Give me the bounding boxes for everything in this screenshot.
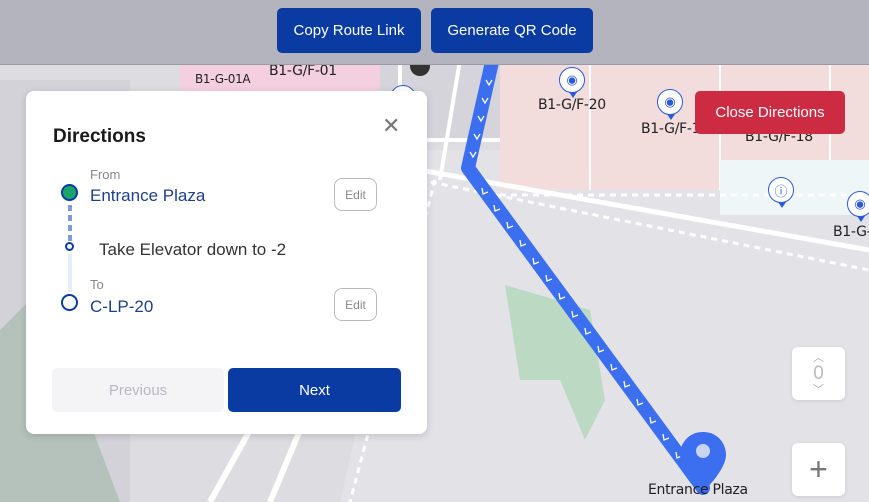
directions-panel: Directions ✕ From Entrance Plaza Edit Ta… (26, 91, 427, 434)
from-place: Entrance Plaza (90, 186, 206, 205)
step-instruction: Take Elevator down to -2 (99, 240, 287, 259)
map-label-b1-gf-1x: B1-G/F-1 (641, 121, 701, 137)
camera-icon[interactable]: ◉ (559, 67, 585, 98)
edit-to-button[interactable]: Edit (334, 288, 377, 321)
edit-from-button[interactable]: Edit (334, 178, 377, 211)
generate-qr-code-button[interactable]: Generate QR Code (431, 8, 593, 53)
previous-button[interactable]: Previous (52, 368, 224, 412)
map-label-b1-gf-01: B1-G/F-01 (269, 63, 337, 79)
map-label-entrance-plaza: Entrance Plaza (648, 482, 748, 498)
floor-level: 0 (813, 362, 824, 384)
close-directions-button[interactable]: Close Directions (695, 91, 845, 134)
info-icon[interactable]: ⓘ (768, 177, 794, 208)
route-connector-dashed (68, 205, 72, 241)
copy-route-link-button[interactable]: Copy Route Link (277, 8, 421, 53)
destination-marker-icon (61, 294, 78, 311)
origin-marker-icon (61, 184, 78, 201)
step-marker-icon (65, 242, 74, 251)
zoom-in-button[interactable]: + (792, 443, 845, 496)
floor-selector[interactable]: ︿ 0 ﹀ (792, 347, 845, 400)
map-label-b1-g-01a: B1-G-01A (195, 72, 251, 86)
route-connector (68, 254, 72, 292)
chevron-up-icon[interactable]: ︿ (813, 352, 824, 363)
map-label-b1-g: B1-G- (833, 224, 869, 240)
map-label-b1-gf-20: B1-G/F-20 (538, 97, 606, 113)
camera-icon[interactable]: ◉ (657, 89, 683, 120)
to-tag: To (90, 277, 104, 292)
to-place: C-LP-20 (90, 297, 154, 316)
camera-icon[interactable]: ◉ (847, 191, 869, 222)
close-icon[interactable]: ✕ (382, 115, 400, 137)
from-tag: From (90, 167, 121, 182)
next-button[interactable]: Next (228, 368, 401, 412)
top-toolbar: Copy Route Link Generate QR Code (0, 0, 869, 65)
chevron-down-icon[interactable]: ﹀ (813, 384, 824, 395)
directions-title: Directions (53, 126, 146, 147)
